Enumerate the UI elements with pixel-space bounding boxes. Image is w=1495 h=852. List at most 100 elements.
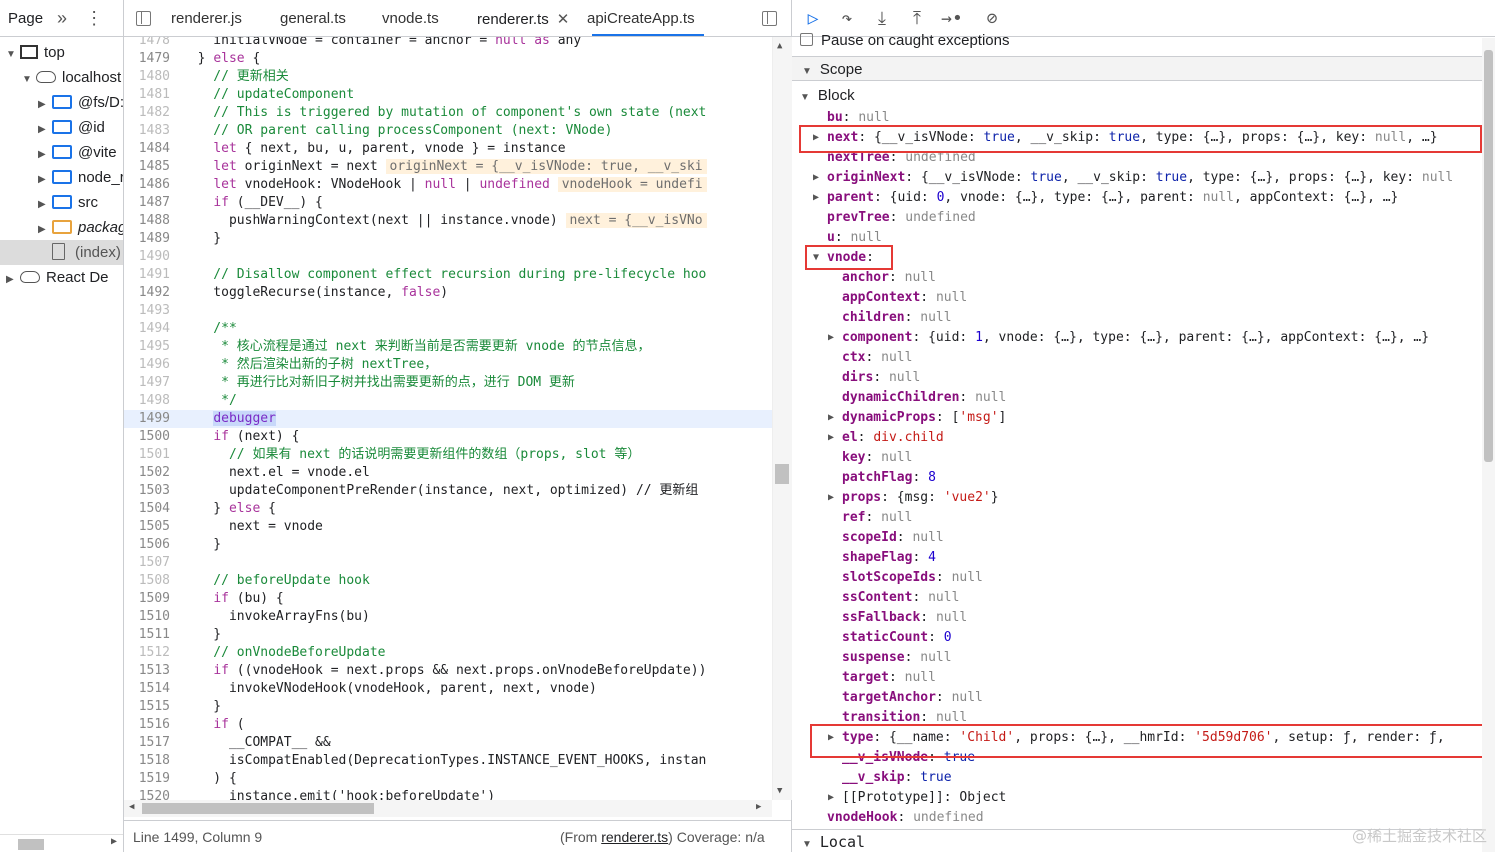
tab-general-ts[interactable]: general.ts [280, 10, 346, 27]
line-number[interactable]: 1493 [124, 302, 170, 320]
code-line[interactable]: 1501 // 如果有 next 的话说明需要更新组件的数组（props, sl… [124, 446, 772, 464]
line-number[interactable]: 1504 [124, 500, 170, 518]
line-number[interactable]: 1510 [124, 608, 170, 626]
code-line[interactable]: 1493 [124, 302, 772, 320]
code-line[interactable]: 1485 let originNext = next originNext = … [124, 158, 772, 176]
scope-variable[interactable]: ▶ props: {msg: 'vue2'} [828, 488, 999, 508]
scope-variable[interactable]: scopeId: null [842, 528, 944, 548]
tab-vnode-ts[interactable]: vnode.ts [382, 10, 439, 27]
line-number[interactable]: 1511 [124, 626, 170, 644]
scroll-thumb[interactable] [775, 464, 789, 484]
code-line[interactable]: 1495 * 核心流程是通过 next 来判断当前是否需要更新 vnode 的节… [124, 338, 772, 356]
code-line[interactable]: 1488 pushWarningContext(next || instance… [124, 212, 772, 230]
step-out-icon[interactable]: ⤒ [906, 8, 928, 30]
line-number[interactable]: 1513 [124, 662, 170, 680]
tree-item[interactable]: ▶ @vite [0, 140, 123, 165]
scope-variable[interactable]: ▶ originNext: {__v_isVNode: true, __v_ski… [813, 168, 1453, 188]
code-line[interactable]: 1506 } [124, 536, 772, 554]
tree-item[interactable]: ▼ top [0, 40, 123, 65]
collapsed-triangle-icon[interactable]: ▶ [38, 117, 48, 140]
line-number[interactable]: 1482 [124, 104, 170, 122]
line-number[interactable]: 1502 [124, 464, 170, 482]
line-number[interactable]: 1481 [124, 86, 170, 104]
line-number[interactable]: 1506 [124, 536, 170, 554]
collapsed-triangle-icon[interactable]: ▶ [828, 328, 834, 348]
navigator-scrollbar[interactable]: ▶ [0, 834, 123, 852]
debugger-scrollbar[interactable] [1482, 38, 1495, 852]
tree-item[interactable]: ▶ node_r [0, 165, 123, 190]
code-line[interactable]: 1509 if (bu) { [124, 590, 772, 608]
scope-variable[interactable]: staticCount: 0 [842, 628, 952, 648]
collapsed-triangle-icon[interactable]: ▶ [828, 488, 834, 508]
collapsed-triangle-icon[interactable]: ▶ [38, 192, 48, 215]
scope-variable[interactable]: target: null [842, 668, 936, 688]
code-line[interactable]: 1490 [124, 248, 772, 266]
code-vertical-scrollbar[interactable]: ▲ ▼ [772, 37, 792, 800]
code-line[interactable]: 1497 * 再进行比对新旧子树并找出需要更新的点，进行 DOM 更新 [124, 374, 772, 392]
collapsed-triangle-icon[interactable]: ▶ [38, 167, 48, 190]
line-number[interactable]: 1514 [124, 680, 170, 698]
code-line[interactable]: 1480 // 更新相关 [124, 68, 772, 86]
tree-item[interactable]: ▶ packag [0, 215, 123, 240]
code-line[interactable]: 1486 let vnodeHook: VNodeHook | null | u… [124, 176, 772, 194]
code-line[interactable]: 1507 [124, 554, 772, 572]
code-line[interactable]: 1510 invokeArrayFns(bu) [124, 608, 772, 626]
tree-item[interactable]: (index) [0, 240, 123, 265]
code-line[interactable]: 1491 // Disallow component effect recurs… [124, 266, 772, 284]
step-over-icon[interactable]: ↷ [836, 8, 858, 30]
scope-variable[interactable]: key: null [842, 448, 912, 468]
line-number[interactable]: 1515 [124, 698, 170, 716]
line-number[interactable]: 1495 [124, 338, 170, 356]
line-number[interactable]: 1491 [124, 266, 170, 284]
scope-variable[interactable]: ssContent: null [842, 588, 959, 608]
code-area[interactable]: 1478 initialVNode = container = anchor =… [124, 37, 772, 800]
line-number[interactable]: 1486 [124, 176, 170, 194]
line-number[interactable]: 1496 [124, 356, 170, 374]
code-line[interactable]: 1511 } [124, 626, 772, 644]
line-number[interactable]: 1500 [124, 428, 170, 446]
line-number[interactable]: 1503 [124, 482, 170, 500]
source-file-link[interactable]: renderer.ts [601, 829, 668, 845]
collapsed-triangle-icon[interactable]: ▶ [828, 408, 834, 428]
block-scope-header[interactable]: ▼ Block [800, 86, 855, 106]
scope-variable[interactable]: ▶ component: {uid: 1, vnode: {…}, type: {… [828, 328, 1429, 348]
line-number[interactable]: 1494 [124, 320, 170, 338]
line-number[interactable]: 1517 [124, 734, 170, 752]
code-horizontal-scrollbar[interactable]: ◀ ▶ [124, 800, 772, 817]
scope-variable[interactable]: ▶ [[Prototype]]: Object [828, 788, 1006, 808]
line-number[interactable]: 1512 [124, 644, 170, 662]
code-line[interactable]: 1517 __COMPAT__ && [124, 734, 772, 752]
toggle-navigator-icon[interactable] [136, 11, 151, 26]
scope-variable[interactable]: suspense: null [842, 648, 952, 668]
scroll-left-icon[interactable]: ◀ [129, 802, 134, 812]
scope-variable[interactable]: appContext: null [842, 288, 967, 308]
code-line[interactable]: 1505 next = vnode [124, 518, 772, 536]
scroll-up-icon[interactable]: ▲ [777, 41, 782, 51]
line-number[interactable]: 1507 [124, 554, 170, 572]
code-line[interactable]: 1516 if ( [124, 716, 772, 734]
code-line[interactable]: 1504 } else { [124, 500, 772, 518]
line-number[interactable]: 1508 [124, 572, 170, 590]
line-number[interactable]: 1488 [124, 212, 170, 230]
collapsed-triangle-icon[interactable]: ▶ [38, 92, 48, 115]
tree-item[interactable]: ▼ localhost [0, 65, 123, 90]
collapsed-triangle-icon[interactable]: ▶ [828, 788, 834, 808]
expanded-triangle-icon[interactable]: ▼ [22, 67, 32, 90]
line-number[interactable]: 1480 [124, 68, 170, 86]
line-number[interactable]: 1516 [124, 716, 170, 734]
line-number[interactable]: 1489 [124, 230, 170, 248]
line-number[interactable]: 1501 [124, 446, 170, 464]
scroll-down-icon[interactable]: ▼ [777, 786, 782, 796]
scope-variable[interactable]: slotScopeIds: null [842, 568, 983, 588]
code-line[interactable]: 1508 // beforeUpdate hook [124, 572, 772, 590]
pause-checkbox[interactable] [800, 33, 813, 46]
code-line[interactable]: 1503 updateComponentPreRender(instance, … [124, 482, 772, 500]
scope-variable[interactable]: vnodeHook: undefined [827, 808, 984, 828]
scope-variable[interactable]: __v_skip: true [842, 768, 952, 788]
tab-renderer-ts[interactable]: renderer.ts ✕ [477, 10, 569, 28]
scroll-thumb[interactable] [1484, 50, 1493, 462]
scope-variable[interactable]: shapeFlag: 4 [842, 548, 936, 568]
line-number[interactable]: 1492 [124, 284, 170, 302]
scope-variable[interactable]: ▶ el: div.child [828, 428, 944, 448]
scope-variable[interactable]: targetAnchor: null [842, 688, 983, 708]
